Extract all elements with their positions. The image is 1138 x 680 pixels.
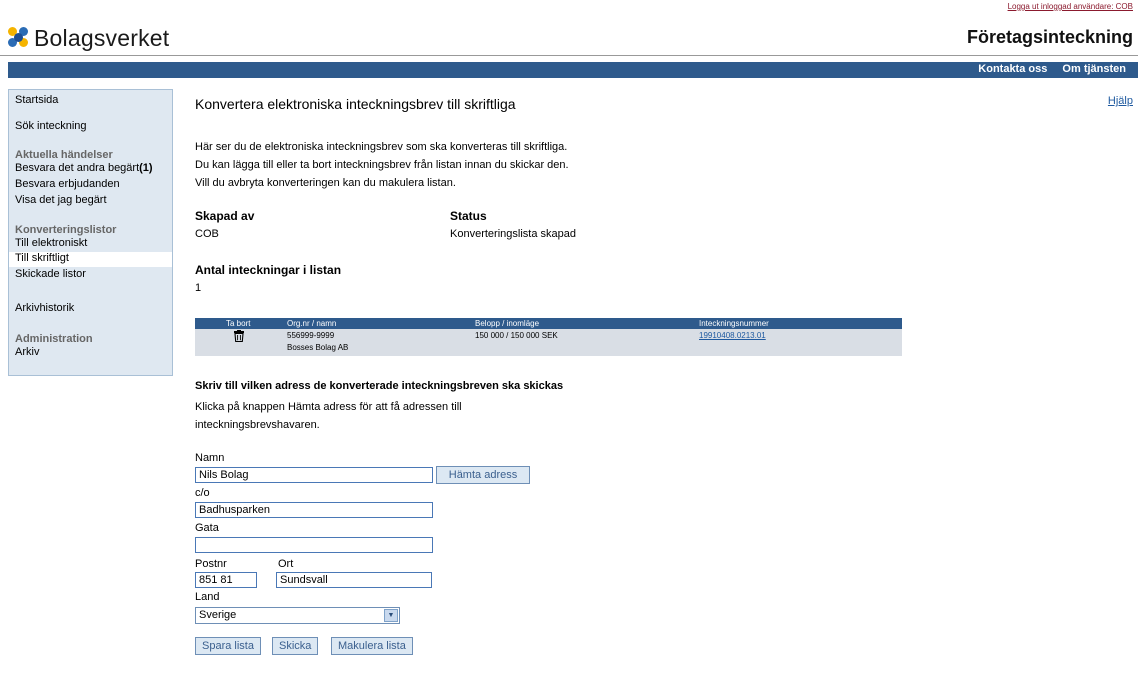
address-instructions: Klicka på knappen Hämta adress för att f… — [195, 398, 462, 434]
intro-text: Här ser du de elektroniska inteckningsbr… — [195, 138, 569, 192]
sidebar-item-besvara-andra[interactable]: Besvara det andra begärt(1) — [15, 162, 153, 174]
intro-line: Här ser du de elektroniska inteckningsbr… — [195, 141, 568, 153]
address-heading: Skriv till vilken adress de konverterade… — [195, 380, 564, 392]
page-title: Konvertera elektroniska inteckningsbrev … — [195, 96, 516, 112]
cell-company-name: Bosses Bolag AB — [287, 343, 349, 352]
sidebar-heading-administration: Administration — [15, 333, 93, 345]
col-header-belopp: Belopp / inomläge — [475, 319, 540, 328]
logo: Bolagsverket — [8, 24, 169, 52]
conversion-table: Ta bort Org.nr / namn Belopp / inomläge … — [195, 318, 902, 356]
nav-kontakta-oss[interactable]: Kontakta oss — [978, 63, 1047, 75]
status-label: Status — [450, 209, 487, 223]
sidebar-item-startsida[interactable]: Startsida — [15, 94, 58, 106]
logout-link[interactable]: Logga ut inloggad användare: COB — [1008, 2, 1133, 11]
top-nav-bar: Kontakta oss Om tjänsten — [8, 62, 1138, 78]
sidebar-item-till-skriftligt[interactable]: Till skriftligt — [9, 252, 172, 267]
count-label: Antal inteckningar i listan — [195, 263, 342, 277]
trash-icon[interactable] — [233, 330, 245, 344]
namn-label: Namn — [195, 452, 225, 464]
col-header-ta-bort: Ta bort — [226, 319, 251, 328]
co-field[interactable] — [195, 502, 433, 518]
sidebar-item-besvara-erbjudanden[interactable]: Besvara erbjudanden — [15, 178, 120, 190]
sidebar: Startsida Sök inteckning Aktuella händel… — [8, 89, 173, 376]
col-header-orgnr: Org.nr / namn — [287, 319, 337, 328]
created-by-value: COB — [195, 228, 219, 240]
sidebar-item-arkiv[interactable]: Arkiv — [15, 346, 39, 358]
logo-text: Bolagsverket — [34, 24, 170, 51]
co-label: c/o — [195, 487, 210, 499]
table-row: 556999-9999 Bosses Bolag AB 150 000 / 15… — [195, 329, 902, 356]
sidebar-item-arkivhistorik[interactable]: Arkivhistorik — [15, 302, 74, 314]
table-header: Ta bort Org.nr / namn Belopp / inomläge … — [195, 318, 902, 329]
postnr-label: Postnr — [195, 558, 227, 570]
gata-field[interactable] — [195, 537, 433, 553]
chevron-down-icon[interactable]: ▼ — [384, 609, 398, 622]
land-label: Land — [195, 591, 220, 603]
header-divider — [0, 55, 1138, 56]
instruction-line: Klicka på knappen Hämta adress för att f… — [195, 401, 462, 413]
col-header-nummer: Inteckningsnummer — [699, 319, 769, 328]
pending-count-badge: (1) — [139, 162, 153, 174]
service-title: Företagsinteckning — [966, 27, 1133, 47]
land-select[interactable]: Sverige ▼ — [195, 607, 400, 624]
hamta-adress-button[interactable]: Hämta adress — [436, 466, 530, 484]
cell-inteckningsnummer-link[interactable]: 19910408.0213.01 — [699, 331, 766, 340]
status-value: Konverteringslista skapad — [450, 228, 576, 240]
land-selected-value: Sverige — [199, 609, 237, 621]
cell-orgnr: 556999-9999 — [287, 331, 335, 340]
sidebar-item-till-elektroniskt[interactable]: Till elektroniskt — [15, 237, 87, 249]
sidebar-heading-konverteringslistor: Konverteringslistor — [15, 224, 117, 236]
nav-om-tjansten[interactable]: Om tjänsten — [1062, 63, 1126, 75]
instruction-line: inteckningsbrevshavaren. — [195, 419, 320, 431]
created-by-label: Skapad av — [195, 209, 255, 223]
intro-line: Vill du avbryta konverteringen kan du ma… — [195, 177, 456, 189]
sidebar-item-sok-inteckning[interactable]: Sök inteckning — [15, 120, 87, 132]
ort-field[interactable] — [276, 572, 432, 588]
spara-lista-button[interactable]: Spara lista — [195, 637, 261, 655]
count-value: 1 — [195, 282, 202, 294]
makulera-lista-button[interactable]: Makulera lista — [331, 637, 413, 655]
sidebar-item-visa-begart[interactable]: Visa det jag begärt — [15, 194, 107, 206]
sidebar-item-skickade-listor[interactable]: Skickade listor — [15, 268, 86, 280]
cell-belopp: 150 000 / 150 000 SEK — [475, 331, 558, 340]
gata-label: Gata — [195, 522, 219, 534]
bolagsverket-logo-icon — [8, 27, 30, 49]
postnr-field[interactable] — [195, 572, 257, 588]
intro-line: Du kan lägga till eller ta bort inteckni… — [195, 159, 569, 171]
help-link[interactable]: Hjälp — [1108, 95, 1133, 107]
skicka-button[interactable]: Skicka — [272, 637, 319, 655]
ort-label: Ort — [278, 558, 294, 570]
namn-field[interactable] — [195, 467, 433, 483]
sidebar-heading-aktuella: Aktuella händelser — [15, 149, 113, 161]
sidebar-item-label: Besvara det andra begärt — [15, 162, 140, 174]
